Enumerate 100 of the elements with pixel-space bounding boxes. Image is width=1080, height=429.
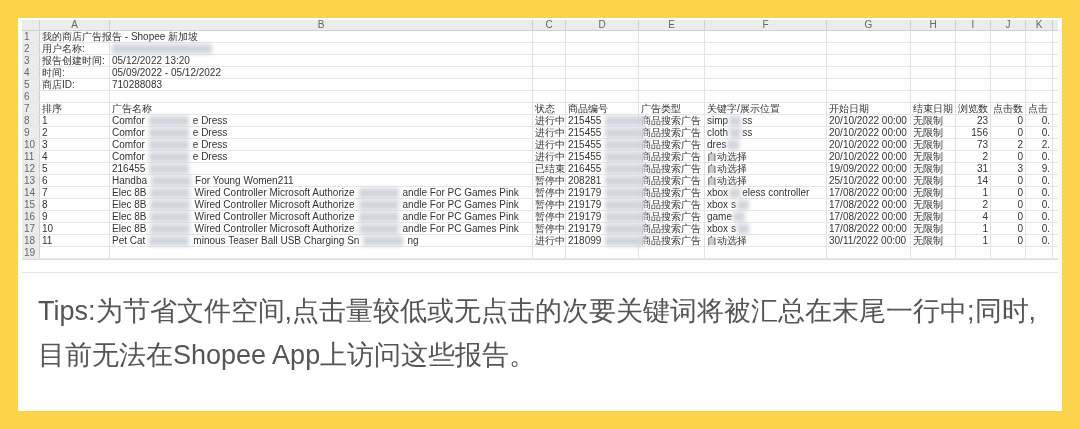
row-number[interactable]: 14 (22, 187, 40, 198)
column-letter[interactable]: I (956, 20, 991, 30)
table-cell: ng (407, 235, 419, 246)
column-letter[interactable]: B (110, 20, 533, 30)
table-cell: 7 (42, 187, 48, 198)
table-cell: 无限制 (913, 127, 943, 138)
column-letter[interactable]: D (566, 20, 639, 30)
table-cell: 17/08/2022 00:00 (829, 187, 907, 198)
table-cell: cloth (707, 127, 729, 138)
column-letter[interactable]: J (991, 20, 1026, 30)
blur-mask (148, 127, 189, 138)
table-cell: Handba (112, 175, 148, 186)
table-cell: 进行中 (535, 235, 565, 246)
column-header: 商品编号 (568, 103, 608, 114)
table-cell: 219179 (568, 199, 602, 210)
table-cell: 216455 (568, 163, 602, 174)
row-number[interactable]: 11 (22, 151, 40, 162)
table-cell: 0 (1017, 187, 1023, 198)
row-number[interactable]: 9 (22, 127, 40, 138)
row-number[interactable]: 1 (22, 31, 40, 42)
table-cell: e Dress (192, 151, 228, 162)
table-cell: 215455 (568, 151, 602, 162)
blur-mask (736, 199, 749, 210)
table-cell: 05/12/2022 13:20 (112, 55, 190, 66)
table-cell: 215455 (568, 115, 602, 126)
row-number[interactable]: 8 (22, 115, 40, 126)
table-cell: 73 (976, 139, 988, 150)
table-cell: 无限制 (913, 175, 943, 186)
table-cell: 3 (42, 139, 48, 150)
table-cell: 进行中 (535, 115, 565, 126)
table-cell: 进行中 (535, 151, 565, 162)
table-cell: 4 (982, 211, 988, 222)
table-cell: 0 (1017, 115, 1023, 126)
row-number[interactable]: 2 (22, 43, 40, 54)
column-header: 开始日期 (829, 103, 869, 114)
table-cell: 1 (982, 223, 988, 234)
table-cell: 216455 (112, 163, 146, 174)
blur-mask (149, 235, 190, 246)
table-cell: 1 (982, 235, 988, 246)
row-number[interactable]: 7 (22, 103, 40, 114)
blur-mask (729, 127, 742, 138)
row-number[interactable]: 13 (22, 175, 40, 186)
column-header: 点击数 (993, 103, 1023, 114)
blur-mask (148, 151, 189, 162)
table-cell: 0. (1041, 199, 1050, 210)
table-cell: Comfor (112, 115, 145, 126)
table-cell: 10 (42, 223, 54, 234)
blur-mask (727, 139, 740, 150)
row-number[interactable]: 10 (22, 139, 40, 150)
table-cell: 17/08/2022 00:00 (829, 211, 907, 222)
row-number[interactable]: 12 (22, 163, 40, 174)
table-cell: For Young Women211 (195, 175, 294, 186)
row-number[interactable]: 5 (22, 79, 40, 90)
table-cell: Wired Controller Microsoft Authorize (194, 199, 355, 210)
table-cell: 219179 (568, 211, 602, 222)
table-cell: 自动选择 (707, 151, 747, 162)
table-cell: xbox s (707, 199, 736, 210)
table-cell: Comfor (112, 139, 145, 150)
table-cell: 1 (42, 115, 48, 126)
blur-mask (358, 199, 399, 210)
row-number[interactable]: 17 (22, 223, 40, 234)
row-number[interactable]: 15 (22, 199, 40, 210)
table-cell: 20/10/2022 00:00 (829, 151, 907, 162)
table-cell: 暂停中 (535, 223, 565, 234)
column-letter[interactable]: H (911, 20, 956, 30)
table-cell: 暂停中 (535, 211, 565, 222)
blur-mask (151, 175, 192, 186)
table-cell: 商品搜索广告 (641, 187, 701, 198)
row-number[interactable]: 3 (22, 55, 40, 66)
column-letter[interactable]: A (40, 20, 110, 30)
table-cell: 0. (1041, 223, 1050, 234)
row-number[interactable]: 4 (22, 67, 40, 78)
table-cell: 0 (1017, 223, 1023, 234)
blur-mask (736, 223, 749, 234)
table-cell: 30/11/2022 00:00 (829, 235, 907, 246)
row-number[interactable]: 16 (22, 211, 40, 222)
table-cell: 0. (1041, 235, 1050, 246)
table-cell: 无限制 (913, 163, 943, 174)
table-cell: 0. (1041, 115, 1050, 126)
column-letter[interactable]: F (705, 20, 827, 30)
table-cell: 05/09/2022 - 05/12/2022 (112, 67, 221, 78)
table-cell: 商品搜索广告 (641, 127, 701, 138)
row-number[interactable]: 18 (22, 235, 40, 246)
row-number[interactable]: 19 (22, 247, 40, 258)
table-cell: andle For PC Games Pink (402, 211, 519, 222)
blur-mask (148, 139, 189, 150)
column-letter[interactable]: G (827, 20, 911, 30)
table-cell: 无限制 (913, 223, 943, 234)
table-cell: eless controller (742, 187, 810, 198)
column-letter[interactable]: K (1026, 20, 1053, 30)
table-cell: ss (742, 115, 753, 126)
table-cell: simp (707, 115, 729, 126)
table-cell: 商品搜索广告 (641, 199, 701, 210)
column-letter[interactable]: C (533, 20, 566, 30)
table-cell: 无限制 (913, 199, 943, 210)
row-number[interactable]: 6 (22, 91, 40, 102)
table-cell: 156 (971, 127, 988, 138)
table-cell: 219179 (568, 187, 602, 198)
table-cell: e Dress (192, 127, 228, 138)
column-letter[interactable]: E (639, 20, 705, 30)
